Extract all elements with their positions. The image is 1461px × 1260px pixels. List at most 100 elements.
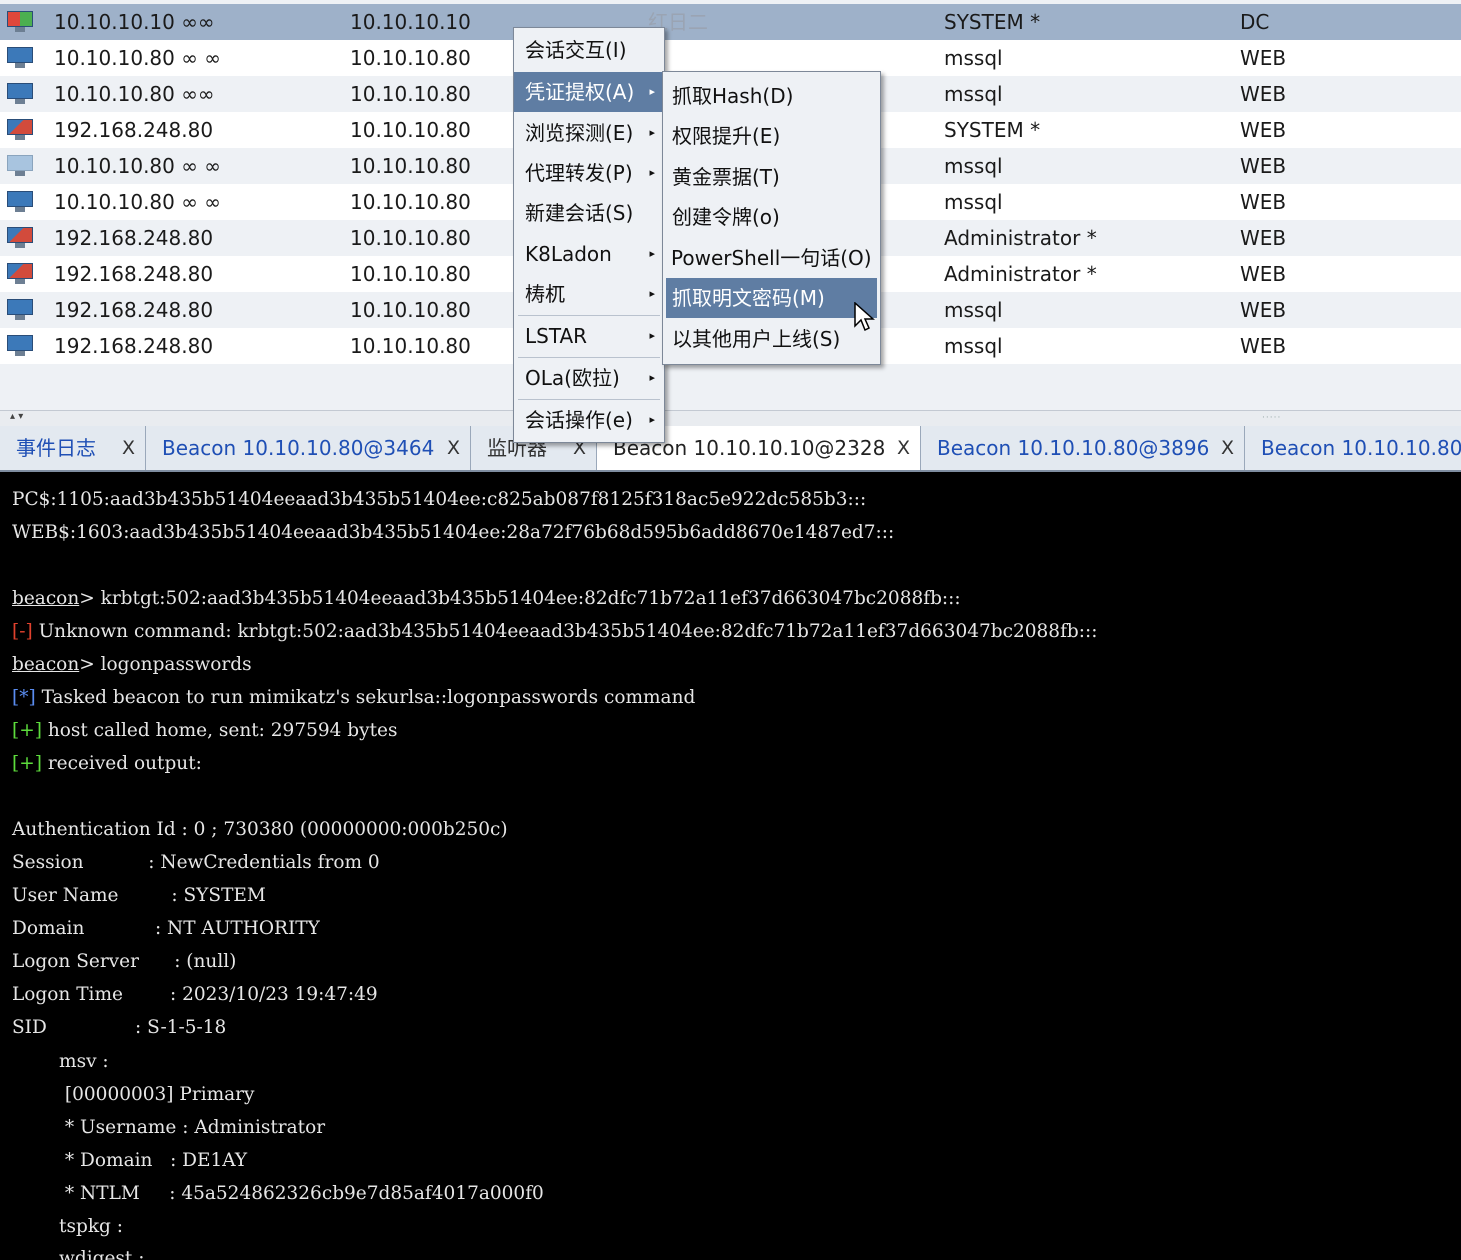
menu-item-label: 会话交互(I) xyxy=(525,38,627,62)
console-line: Logon Server : (null) xyxy=(12,951,237,972)
menu-item-golden-ticket[interactable]: 黄金票据(T) xyxy=(663,157,880,197)
menu-item-dump-hash[interactable]: 抓取Hash(D) xyxy=(663,76,880,116)
menu-item-taowu[interactable]: 梼杌 ▸ xyxy=(514,274,664,314)
session-external-ip: 10.10.10.80 ∞ ∞ xyxy=(54,190,221,214)
submenu-arrow-icon: ▸ xyxy=(649,413,655,426)
monitor-icon xyxy=(6,191,36,213)
session-internal-ip: 10.10.10.80 xyxy=(350,82,471,106)
elevated-monitor-icon xyxy=(6,227,36,249)
console-line: [-] Unknown command: krbtgt:502:aad3b435… xyxy=(12,617,1097,647)
console-line: SID : S-1-5-18 xyxy=(12,1017,227,1038)
monitor-icon xyxy=(6,47,36,69)
mouse-pointer-icon xyxy=(854,302,875,332)
menu-item-elevate[interactable]: 权限提升(E) xyxy=(663,116,880,156)
menu-item-label: 抓取明文密码(M) xyxy=(672,286,825,310)
session-external-ip: 10.10.10.80 ∞ ∞ xyxy=(54,46,221,70)
elevated-monitor-icon xyxy=(6,119,36,141)
session-external-ip: 10.10.10.80 ∞ ∞ xyxy=(54,154,221,178)
session-external-ip: 10.10.10.10 ∞∞ xyxy=(54,10,215,34)
console-line: Domain : NT AUTHORITY xyxy=(12,918,320,939)
session-computer: WEB xyxy=(1240,334,1287,358)
console-line: User Name : SYSTEM xyxy=(12,885,266,906)
session-computer: WEB xyxy=(1240,190,1287,214)
menu-item-explore[interactable]: 浏览探测(E) ▸ xyxy=(514,113,664,153)
beacon-console[interactable]: PC$:1105:aad3b435b51404eeaad3b435b51404e… xyxy=(0,472,1461,1260)
menu-item-make-token[interactable]: 创建令牌(o) xyxy=(663,197,880,237)
session-internal-ip: 10.10.10.80 xyxy=(350,190,471,214)
error-tag: [-] xyxy=(12,621,33,642)
submenu-arrow-icon: ▸ xyxy=(649,287,655,300)
session-user: mssql xyxy=(944,82,1003,106)
tab-beacon-3464[interactable]: Beacon 10.10.10.80@3464 X xyxy=(146,426,471,470)
menu-item-label: 代理转发(P) xyxy=(525,161,633,185)
console-line: [+] host called home, sent: 297594 bytes xyxy=(12,716,397,746)
monitor-icon xyxy=(6,299,36,321)
success-tag: [+] xyxy=(12,753,42,774)
session-external-ip: 192.168.248.80 xyxy=(54,298,214,322)
menu-item-session-ops[interactable]: 会话操作(e) ▸ xyxy=(514,400,664,440)
menu-item-spawn-as[interactable]: 以其他用户上线(S) xyxy=(663,319,880,359)
console-line: * NTLM : 45a524862326cb9e7d85af4017a000f… xyxy=(12,1183,544,1204)
credentials-submenu: 抓取Hash(D) 权限提升(E) 黄金票据(T) 创建令牌(o) PowerS… xyxy=(662,71,881,365)
elevated-monitor-icon xyxy=(6,263,36,285)
drag-grip-icon[interactable]: ····· xyxy=(1262,413,1281,423)
close-tab-button[interactable]: X xyxy=(897,426,910,470)
console-line: msv : xyxy=(12,1051,109,1072)
tab-beacon-3896[interactable]: Beacon 10.10.10.80@3896 X xyxy=(921,426,1245,470)
menu-item-label: 凭证提权(A) xyxy=(525,80,635,104)
console-line: PC$:1105:aad3b435b51404eeaad3b435b51404e… xyxy=(12,489,867,510)
session-computer: WEB xyxy=(1240,118,1287,142)
session-internal-ip: 10.10.10.80 xyxy=(350,226,471,250)
session-user: mssql xyxy=(944,298,1003,322)
monitor-icon xyxy=(6,335,36,357)
split-pane-divider[interactable]: ▴ ▾ ····· xyxy=(0,410,1461,427)
session-internal-ip: 10.10.10.80 xyxy=(350,334,471,358)
menu-item-label: PowerShell一句话(O) xyxy=(671,246,872,270)
session-row-dc[interactable]: 10.10.10.10 ∞∞ 10.10.10.10 红日二 SYSTEM * … xyxy=(0,4,1461,40)
console-line: * Username : Administrator xyxy=(12,1117,326,1138)
close-tab-button[interactable]: X xyxy=(1221,426,1234,470)
close-tab-button[interactable]: X xyxy=(447,426,460,470)
session-external-ip: 192.168.248.80 xyxy=(54,334,214,358)
menu-item-label: OLa(欧拉) xyxy=(525,366,620,390)
menu-item-label: 会话操作(e) xyxy=(525,408,633,432)
session-computer: WEB xyxy=(1240,298,1287,322)
session-internal-ip: 10.10.10.80 xyxy=(350,298,471,322)
console-text: Unknown command: krbtgt:502:aad3b435b514… xyxy=(32,621,1098,642)
session-user: Administrator * xyxy=(944,226,1097,250)
collapse-arrows-icon[interactable]: ▴ ▾ xyxy=(10,411,23,422)
submenu-arrow-icon: ▸ xyxy=(649,371,655,384)
menu-item-interact[interactable]: 会话交互(I) xyxy=(514,30,664,70)
console-line: Session : NewCredentials from 0 xyxy=(12,852,380,873)
console-line: beacon> krbtgt:502:aad3b435b51404eeaad3b… xyxy=(12,584,961,614)
menu-item-credentials[interactable]: 凭证提权(A) ▸ xyxy=(514,72,664,112)
submenu-arrow-icon: ▸ xyxy=(649,166,655,179)
menu-item-label: 黄金票据(T) xyxy=(672,165,780,189)
tab-event-log[interactable]: 事件日志 X xyxy=(0,426,146,470)
menu-item-label: K8Ladon xyxy=(525,242,612,266)
console-command: > krbtgt:502:aad3b435b51404eeaad3b435b51… xyxy=(79,588,961,609)
session-computer: WEB xyxy=(1240,46,1287,70)
menu-item-k8ladon[interactable]: K8Ladon ▸ xyxy=(514,234,664,274)
menu-item-ola[interactable]: OLa(欧拉) ▸ xyxy=(514,358,664,398)
menu-item-label: 权限提升(E) xyxy=(672,124,781,148)
menu-item-powershell-oneliner[interactable]: PowerShell一句话(O) xyxy=(663,238,880,278)
tab-beacon-partial[interactable]: Beacon 10.10.10.80@ xyxy=(1245,426,1461,470)
tab-label: Beacon 10.10.10.80@ xyxy=(1261,436,1461,460)
menu-item-spawn[interactable]: 新建会话(S) xyxy=(514,193,664,233)
menu-item-lstar[interactable]: LSTAR ▸ xyxy=(514,316,664,356)
menu-item-label: 以其他用户上线(S) xyxy=(672,327,841,351)
session-computer: WEB xyxy=(1240,154,1287,178)
console-line: Authentication Id : 0 ; 730380 (00000000… xyxy=(12,819,508,840)
inactive-monitor-icon xyxy=(6,155,36,177)
console-line: [*] Tasked beacon to run mimikatz's seku… xyxy=(12,683,695,713)
menu-item-label: 创建令牌(o) xyxy=(672,205,780,229)
close-tab-button[interactable]: X xyxy=(122,426,135,470)
menu-item-pivoting[interactable]: 代理转发(P) ▸ xyxy=(514,153,664,193)
menu-item-logonpasswords[interactable]: 抓取明文密码(M) xyxy=(666,278,877,318)
session-user: mssql xyxy=(944,190,1003,214)
session-computer: WEB xyxy=(1240,82,1287,106)
session-user: Administrator * xyxy=(944,262,1097,286)
session-user: mssql xyxy=(944,334,1003,358)
session-computer: DC xyxy=(1240,10,1270,34)
